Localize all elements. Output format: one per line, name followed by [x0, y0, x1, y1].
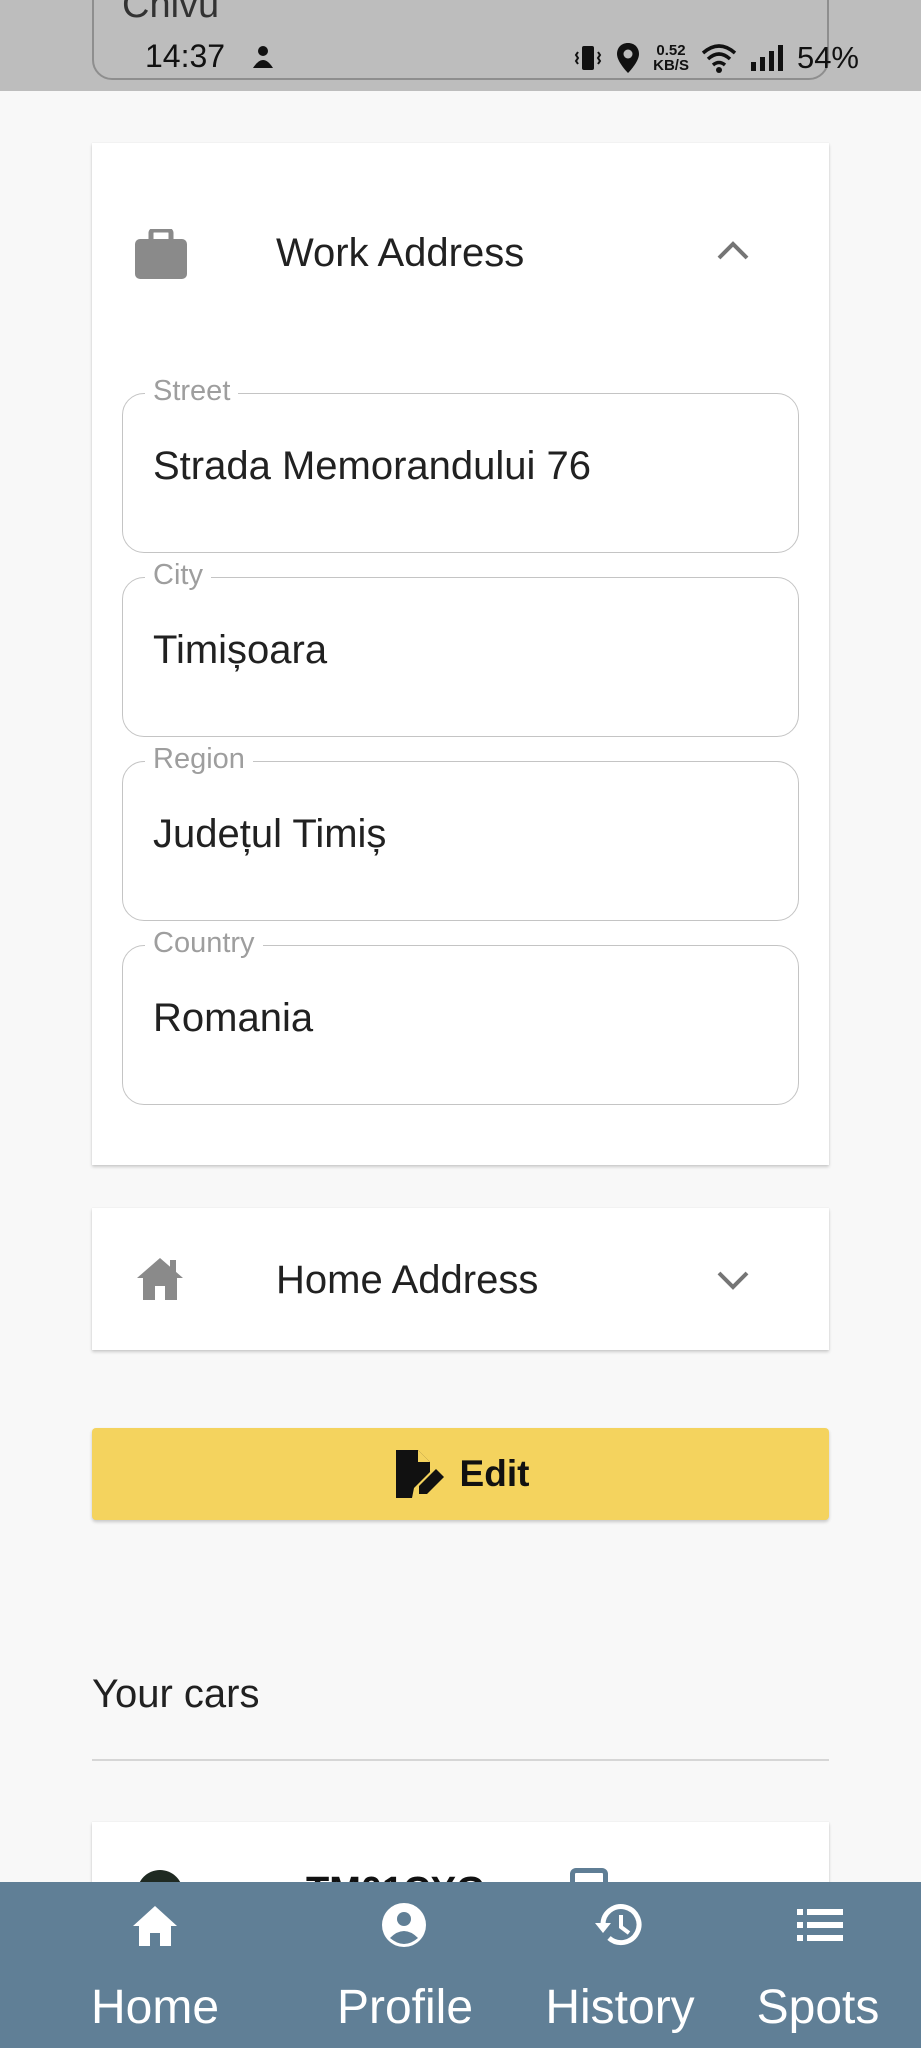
work-address-header[interactable]: Work Address — [92, 143, 829, 368]
edit-button[interactable]: Edit — [92, 1428, 829, 1520]
home-address-title: Home Address — [276, 1258, 539, 1302]
history-icon — [595, 1904, 642, 1946]
netspeed: 0.52 KB/S — [653, 43, 689, 73]
country-input[interactable] — [153, 996, 753, 1041]
chevron-up-icon[interactable] — [716, 239, 750, 261]
nav-history[interactable]: History — [535, 1882, 705, 2048]
status-time: 14:37 — [145, 38, 226, 74]
list-icon — [797, 1909, 843, 1941]
status-bar: Chivu 14:37 0.52 KB/S 54% — [0, 0, 921, 91]
work-address-title: Work Address — [276, 231, 525, 275]
home-address-card[interactable]: Home Address — [92, 1208, 829, 1350]
home-address-header[interactable]: Home Address — [92, 1208, 829, 1350]
nav-spots-label: Spots — [756, 1981, 880, 2034]
house-icon — [137, 1258, 183, 1300]
battery-level: 54% — [796, 40, 859, 75]
netspeed-value: 0.52 — [656, 42, 686, 59]
edit-document-icon — [395, 1450, 444, 1498]
netspeed-unit: KB/S — [653, 57, 689, 74]
city-field[interactable]: City — [122, 559, 799, 737]
vibrate-icon — [574, 46, 602, 70]
chevron-down-icon[interactable] — [716, 1270, 750, 1292]
work-address-card: Work Address Street City Region Country — [92, 143, 829, 1165]
nav-history-label: History — [545, 1981, 695, 2034]
region-label: Region — [145, 743, 253, 776]
account-circle-icon — [382, 1903, 426, 1947]
edit-label: Edit — [459, 1453, 530, 1494]
street-input[interactable] — [153, 444, 753, 489]
street-label: Street — [145, 375, 239, 408]
nav-home-label: Home — [90, 1981, 220, 2034]
home-icon — [133, 1906, 177, 1946]
location-icon — [617, 43, 640, 73]
your-cars-title: Your cars — [92, 1672, 260, 1716]
section-divider — [92, 1759, 829, 1761]
region-input[interactable] — [153, 812, 753, 857]
status-icons: 0.52 KB/S 54% — [573, 40, 859, 76]
wifi-icon — [701, 44, 737, 73]
city-label: City — [145, 559, 211, 592]
notification-icon — [253, 46, 273, 68]
street-field[interactable]: Street — [122, 375, 799, 553]
city-input[interactable] — [153, 628, 753, 673]
bottom-navigation: Home Profile History Spots — [0, 1882, 921, 2048]
nav-profile-label: Profile — [336, 1981, 474, 2034]
nav-spots[interactable]: Spots — [735, 1882, 901, 2048]
country-field[interactable]: Country — [122, 927, 799, 1105]
signal-icon — [750, 45, 783, 71]
briefcase-icon — [135, 229, 187, 279]
nav-profile[interactable]: Profile — [320, 1882, 490, 2048]
scrolled-card-text: Chivu — [122, 0, 220, 26]
region-field[interactable]: Region — [122, 743, 799, 921]
country-label: Country — [145, 927, 263, 960]
nav-home[interactable]: Home — [70, 1882, 240, 2048]
